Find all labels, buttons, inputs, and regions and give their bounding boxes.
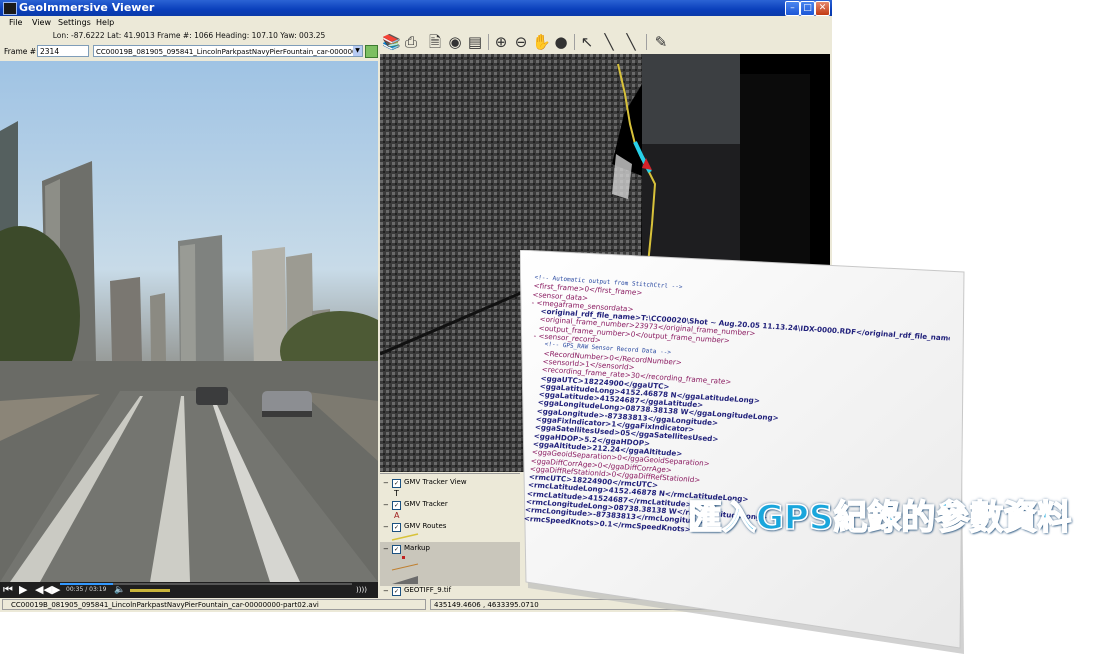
menu-bar: File View Settings Help xyxy=(0,16,832,30)
collapse-icon[interactable]: − xyxy=(383,545,389,553)
street-scene xyxy=(0,121,378,582)
collapse-icon[interactable]: − xyxy=(383,587,389,595)
play-icon[interactable]: ▶ xyxy=(19,583,27,597)
frame-selector: Frame # 2314 CC00019B_081905_095841_Linc… xyxy=(0,45,380,59)
edit-icon[interactable]: ✎ xyxy=(652,33,670,51)
layer-name: Markup xyxy=(404,544,430,552)
menu-help[interactable]: Help xyxy=(96,18,114,27)
xml-content: <!-- Automatic output from StitchCtrl --… xyxy=(498,274,954,616)
pointer-icon[interactable]: ↖ xyxy=(578,33,596,51)
layer-name: GMV Routes xyxy=(404,522,447,530)
skip-start-icon[interactable]: ⏮ xyxy=(3,583,13,597)
route-line-symbol xyxy=(391,533,419,541)
layer-checkbox[interactable]: ✓ xyxy=(392,501,401,510)
layer-name: GEOTIFF_9.tif xyxy=(404,586,452,594)
go-icon[interactable] xyxy=(365,45,378,58)
caption-banner: 匯入GPS紀錄的參數資料 xyxy=(687,497,1072,539)
video-file-select[interactable]: CC00019B_081905_095841_LincolnParkpastNa… xyxy=(93,45,363,57)
window-title: GeoImmersive Viewer xyxy=(19,1,155,14)
playback-time: 00:35 / 03:19 xyxy=(66,586,107,593)
layer-checkbox[interactable]: ✓ xyxy=(392,587,401,596)
layer-name: GMV Tracker xyxy=(404,500,448,508)
ruler-icon[interactable]: ╲ xyxy=(622,33,640,51)
layer-checkbox[interactable]: ✓ xyxy=(392,479,401,488)
zoom-in-icon[interactable]: ⊕ xyxy=(492,33,510,51)
tracker-view-symbol: T xyxy=(394,489,399,498)
street-view-video[interactable] xyxy=(0,61,378,582)
tracker-symbol: A xyxy=(394,511,400,520)
frame-number-input[interactable]: 2314 xyxy=(37,45,89,57)
seek-bar-fill xyxy=(60,583,113,585)
xml-overlay-card: <!-- Automatic output from StitchCtrl --… xyxy=(520,250,970,660)
layer-item[interactable]: − ✓ GMV Routes xyxy=(380,520,520,542)
volume-icon[interactable]: 🔈 xyxy=(114,583,125,597)
globe-icon[interactable]: ◉ xyxy=(446,33,464,51)
markup-symbol xyxy=(391,556,419,584)
toolbar-separator xyxy=(488,34,489,50)
title-bar: GeoImmersive Viewer – □ ✕ xyxy=(0,0,832,16)
minimize-button[interactable]: – xyxy=(785,1,800,16)
layer-item[interactable]: − ✓ GMV Tracker View T xyxy=(380,476,520,498)
globe-tool-icon[interactable]: ● xyxy=(552,33,570,51)
menu-file[interactable]: File xyxy=(9,18,22,27)
app-icon xyxy=(3,2,17,15)
playback-controls: ⏮ ▶ ◀◀ ▶ 00:35 / 03:19 🔈 )))) xyxy=(0,582,378,598)
audio-level-icon: )))) xyxy=(356,586,367,594)
layer-checkbox[interactable]: ✓ xyxy=(392,523,401,532)
menu-settings[interactable]: Settings xyxy=(58,18,91,27)
close-button[interactable]: ✕ xyxy=(815,1,830,16)
collapse-icon[interactable]: − xyxy=(383,501,389,509)
layer-item[interactable]: − ✓ GMV Tracker A xyxy=(380,498,520,520)
maximize-button[interactable]: □ xyxy=(800,1,815,16)
menu-view[interactable]: View xyxy=(32,18,51,27)
seek-bar[interactable] xyxy=(60,583,352,585)
collapse-icon[interactable]: − xyxy=(383,523,389,531)
volume-slider[interactable] xyxy=(130,589,170,592)
layer-name: GMV Tracker View xyxy=(404,478,467,486)
map-toolbar: 📚 ⎙ 🗎 ◉ ▤ ⊕ ⊖ ✋ ● ↖ ╲ ╲ ✎ xyxy=(380,31,710,53)
pan-icon[interactable]: ✋ xyxy=(532,33,551,51)
chevron-down-icon[interactable]: ▼ xyxy=(353,46,362,56)
open-icon[interactable]: 📚 xyxy=(382,33,401,51)
rewind-icon[interactable]: ◀◀ xyxy=(35,583,52,597)
measure-icon[interactable]: ╲ xyxy=(600,33,618,51)
frame-label: Frame # xyxy=(4,47,37,56)
step-forward-icon[interactable]: ▶ xyxy=(52,583,60,597)
toolbar-separator xyxy=(574,34,575,50)
position-readout: Lon: -87.6222 Lat: 41.9013 Frame #: 1066… xyxy=(52,31,326,40)
status-file: CC00019B_081905_095841_LincolnParkpastNa… xyxy=(2,599,426,610)
save-icon[interactable]: ⎙ xyxy=(402,33,420,51)
zoom-out-icon[interactable]: ⊖ xyxy=(512,33,530,51)
collapse-icon[interactable]: − xyxy=(383,479,389,487)
document-icon[interactable]: 🗎 xyxy=(426,33,444,51)
toolbar-separator xyxy=(646,34,647,50)
layer-checkbox[interactable]: ✓ xyxy=(392,545,401,554)
list-icon[interactable]: ▤ xyxy=(466,33,484,51)
